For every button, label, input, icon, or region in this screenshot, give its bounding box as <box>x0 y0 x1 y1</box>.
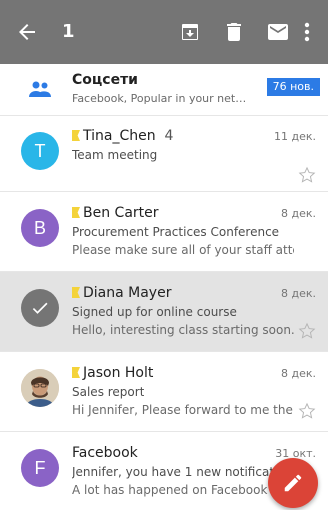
delete-icon[interactable] <box>222 20 246 44</box>
category-title: Соцсети <box>72 72 138 88</box>
selected-count: 1 <box>62 21 75 42</box>
message-row-selected[interactable]: Diana Mayer 8 дек. Signed up for online … <box>0 272 328 352</box>
sender-line: Ben Carter <box>72 205 159 221</box>
check-icon <box>32 302 48 314</box>
message-row[interactable]: T Tina_Chen 4 11 дек. Team meeting <box>0 116 328 192</box>
star-icon[interactable] <box>298 402 316 420</box>
thread-count: 4 <box>164 128 174 144</box>
sender-line: Tina_Chen 4 <box>72 128 173 144</box>
message-date: 8 дек. <box>280 367 316 380</box>
more-vert-icon[interactable] <box>300 20 314 44</box>
message-subject: Team meeting <box>72 148 158 162</box>
sender-name: Facebook <box>72 445 138 461</box>
sender-name: Tina_Chen <box>83 128 156 144</box>
message-snippet: Please make sure all of your staff atten… <box>72 243 294 257</box>
arrow-back-icon[interactable] <box>14 20 40 44</box>
star-icon[interactable] <box>298 166 316 184</box>
important-marker-icon[interactable] <box>72 207 80 218</box>
category-social-row[interactable]: Соцсети Facebook, Popular in your net… 7… <box>0 64 328 116</box>
message-subject: Sales report <box>72 385 145 399</box>
message-date: 8 дек. <box>280 287 316 300</box>
sender-line: Jason Holt <box>72 365 153 381</box>
avatar[interactable]: F <box>21 449 59 487</box>
people-icon <box>29 81 51 97</box>
message-snippet: Hello, interesting class starting soon. … <box>72 323 294 337</box>
person-photo-icon <box>21 369 59 407</box>
message-snippet: A lot has happened on Facebook si… <box>72 483 293 497</box>
archive-icon[interactable] <box>178 20 202 44</box>
compose-button[interactable] <box>268 458 318 508</box>
avatar[interactable]: T <box>21 132 59 170</box>
avatar-photo[interactable] <box>21 369 59 407</box>
message-subject: Jennifer, you have 1 new notification <box>72 465 293 479</box>
important-marker-icon[interactable] <box>72 130 80 141</box>
sender-name: Ben Carter <box>83 205 159 221</box>
message-date: 11 дек. <box>273 130 316 143</box>
sender-name: Jason Holt <box>83 365 154 381</box>
category-subtitle: Facebook, Popular in your net… <box>72 92 247 105</box>
avatar-selected[interactable] <box>21 289 59 327</box>
important-marker-icon[interactable] <box>72 367 80 378</box>
message-subject: Procurement Practices Conference <box>72 225 280 239</box>
message-date: 8 дек. <box>280 207 316 220</box>
new-count-badge: 76 нов. <box>266 78 320 96</box>
compose-pencil-icon <box>284 474 302 492</box>
mark-unread-icon[interactable] <box>266 20 290 44</box>
action-toolbar: 1 <box>0 0 328 64</box>
sender-line: Facebook <box>72 445 138 461</box>
star-icon[interactable] <box>298 322 316 340</box>
message-snippet: Hi Jennifer, Please forward to me the s… <box>72 403 294 417</box>
message-row[interactable]: Jason Holt 8 дек. Sales report Hi Jennif… <box>0 352 328 432</box>
message-row[interactable]: B Ben Carter 8 дек. Procurement Practice… <box>0 192 328 272</box>
important-marker-icon[interactable] <box>72 287 80 298</box>
avatar[interactable]: B <box>21 209 59 247</box>
sender-name: Diana Mayer <box>83 285 172 301</box>
sender-line: Diana Mayer <box>72 285 171 301</box>
message-subject: Signed up for online course <box>72 305 237 319</box>
